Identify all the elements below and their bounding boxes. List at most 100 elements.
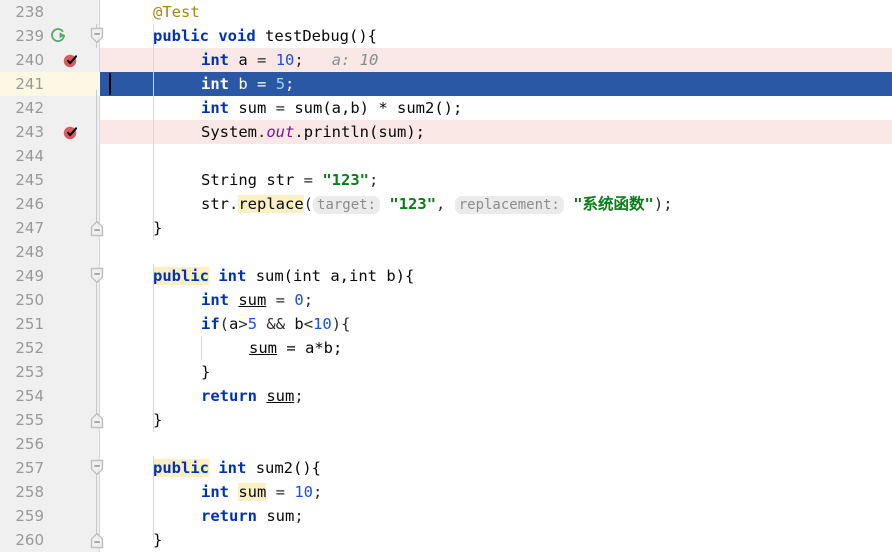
parameter-hint-target: target: (313, 196, 381, 214)
fold-marker-close-line-260[interactable] (90, 531, 104, 549)
fold-rail-segment (96, 282, 97, 420)
breakpoint-icon-line-240[interactable] (62, 51, 80, 69)
number-10: 10 (294, 483, 314, 501)
string-literal-chinese: "系统函数" (573, 195, 654, 213)
inline-debug-value-hint: a: 10 (331, 51, 379, 69)
variable-b: b (238, 75, 248, 93)
line-number-251: 251 (15, 315, 44, 333)
method-signature-sum: sum(int a,int b){ (255, 267, 415, 285)
fold-marker-close-line-247[interactable] (90, 219, 104, 237)
code-line-240[interactable]: int a = 10; a: 10 (201, 48, 378, 72)
line-number-252: 252 (15, 339, 44, 357)
string-literal-123: "123" (322, 171, 370, 189)
line-number-249: 249 (15, 267, 44, 285)
keyword-public: public (153, 27, 209, 45)
type-string: String (201, 171, 257, 189)
code-line-242[interactable]: int sum = sum(a,b) * sum2(); (201, 96, 462, 120)
method-replace-highlighted: replace (238, 195, 304, 213)
code-line-250[interactable]: int sum = 0; (201, 288, 313, 312)
line-number-242: 242 (15, 99, 44, 117)
run-test-gutter-icon[interactable] (50, 27, 68, 45)
keyword-int: int (201, 75, 229, 93)
line-number-260: 260 (15, 531, 44, 549)
local-variable-sum: sum (238, 291, 267, 309)
fold-marker-close-line-255[interactable] (90, 411, 104, 429)
breakpoint-icon-line-243[interactable] (62, 123, 80, 141)
code-line-251[interactable]: if(a>5 && b<10){ (201, 312, 350, 336)
keyword-return: return (201, 507, 257, 525)
string-literal-123: "123" (389, 195, 437, 213)
fold-marker-open-line-257[interactable] (90, 459, 104, 477)
keyword-int: int (218, 267, 247, 285)
line-number-257: 257 (15, 459, 44, 477)
fold-rail-segment (96, 90, 97, 234)
line-number-238: 238 (15, 3, 44, 21)
line-number-255: 255 (15, 411, 44, 429)
code-editor[interactable]: 238 239 240 241 242 243 244 245 246 247 … (0, 0, 892, 552)
code-line-258[interactable]: int sum = 10; (201, 480, 322, 504)
line-number-240: 240 (15, 51, 44, 69)
local-variable-sum: sum (266, 387, 295, 405)
variable-sum: sum (238, 99, 267, 117)
closing-brace: } (153, 411, 163, 429)
code-line-247[interactable]: } (153, 216, 162, 240)
number-5: 5 (247, 315, 258, 333)
variable-a: a (238, 51, 248, 69)
code-line-252[interactable]: sum = a*b; (249, 336, 342, 360)
keyword-if: if (201, 315, 220, 333)
line-number-256: 256 (15, 435, 44, 453)
code-line-259[interactable]: return sum; (201, 504, 304, 528)
line-number-244: 244 (15, 147, 44, 165)
annotation-test: @Test (153, 3, 200, 21)
code-line-249[interactable]: public int sum(int a,int b){ (153, 264, 414, 288)
keyword-int: int (201, 99, 229, 117)
code-line-260[interactable]: } (153, 528, 162, 552)
code-line-243[interactable]: System.out.println(sum); (201, 120, 425, 144)
variable-a: a (229, 315, 239, 333)
fold-marker-open-line-249[interactable] (90, 267, 104, 285)
closing-brace: } (153, 531, 163, 549)
line-number-253: 253 (15, 363, 44, 381)
variable-str: str (201, 195, 229, 213)
closing-brace: } (153, 219, 163, 237)
line-number-258: 258 (15, 483, 44, 501)
line-number-246: 246 (15, 195, 44, 213)
code-line-254[interactable]: return sum; (201, 384, 304, 408)
number-10: 10 (275, 51, 295, 69)
fold-marker-open-line-239[interactable] (90, 27, 104, 45)
indent-guide (153, 264, 154, 432)
variable-str: str (266, 171, 295, 189)
expression-sum-calls: sum(a,b) * sum2(); (294, 99, 463, 117)
code-text-area[interactable]: @Test public void testDebug(){ int a = 1… (101, 0, 892, 552)
line-number-259: 259 (15, 507, 44, 525)
code-line-255[interactable]: } (153, 408, 162, 432)
line-number-250: 250 (15, 291, 44, 309)
code-line-246[interactable]: str.replace(target: "123", replacement: … (201, 192, 673, 216)
keyword-void: void (218, 27, 256, 45)
line-number-248: 248 (15, 243, 44, 261)
line-number-245: 245 (15, 171, 44, 189)
method-println: println(sum); (303, 123, 426, 141)
code-line-238[interactable]: @Test (153, 0, 200, 24)
expression-a-times-b: = a*b; (286, 339, 343, 357)
line-number-254: 254 (15, 387, 44, 405)
keyword-public-highlighted: public (153, 267, 209, 285)
line-number-241: 241 (15, 75, 44, 93)
indent-guide (153, 456, 154, 540)
code-line-245[interactable]: String str = "123"; (201, 168, 378, 192)
number-0: 0 (294, 291, 304, 309)
indent-guide (153, 24, 154, 240)
number-10: 10 (313, 315, 332, 333)
code-line-257[interactable]: public int sum2(){ (153, 456, 321, 480)
parameter-hint-replacement: replacement: (454, 196, 564, 214)
class-system: System (201, 123, 257, 141)
keyword-int: int (201, 483, 229, 501)
code-line-241[interactable]: int b = 5; (201, 72, 294, 96)
variable-b: b (294, 315, 304, 333)
code-line-253[interactable]: } (201, 360, 210, 384)
keyword-return: return (201, 387, 257, 405)
keyword-int: int (218, 459, 247, 477)
code-line-239[interactable]: public void testDebug(){ (153, 24, 377, 48)
keyword-public-highlighted: public (153, 459, 209, 477)
local-variable-sum-highlighted: sum (238, 483, 267, 501)
